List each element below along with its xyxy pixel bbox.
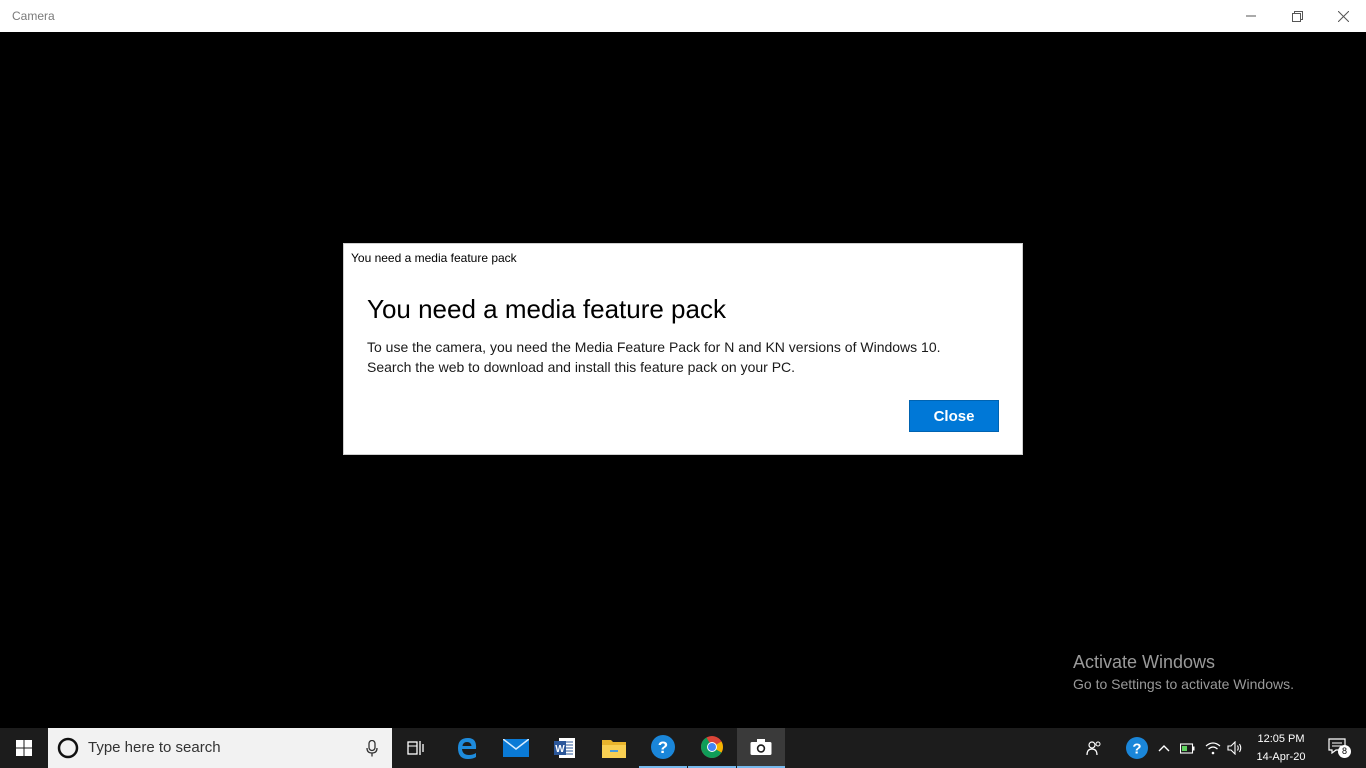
- file-explorer-icon: [602, 740, 626, 758]
- tray-people[interactable]: [1080, 728, 1108, 768]
- volume-icon: [1227, 741, 1242, 755]
- taskbar-app-mail[interactable]: [492, 728, 540, 768]
- help-icon: ?: [651, 735, 675, 759]
- clock[interactable]: 12:05 PM 14-Apr-20: [1250, 730, 1312, 766]
- close-button[interactable]: Close: [909, 400, 999, 432]
- watermark-title: Activate Windows: [1073, 652, 1216, 672]
- chevron-up-icon: [1158, 745, 1170, 752]
- dialog-message-line: Search the web to download and install t…: [367, 359, 796, 375]
- taskbar: Type here to search W ? ? 12:05 PM 14-Ap…: [0, 728, 1366, 768]
- taskbar-app-file-explorer[interactable]: [590, 728, 638, 768]
- chrome-icon: [701, 736, 723, 758]
- close-icon: [1337, 10, 1349, 22]
- windows-logo-icon: [16, 740, 32, 756]
- help-icon: ?: [1126, 737, 1148, 759]
- restore-icon: [1291, 10, 1303, 22]
- minimize-icon: [1246, 15, 1256, 17]
- media-feature-pack-dialog: You need a media feature pack You need a…: [343, 243, 1023, 455]
- camera-icon: [750, 739, 772, 755]
- clock-date: 14-Apr-20: [1256, 751, 1306, 763]
- dialog-heading: You need a media feature pack: [367, 294, 726, 324]
- battery-icon: [1180, 743, 1195, 754]
- task-view-icon: [407, 741, 424, 755]
- activate-windows-watermark: Activate Windows Go to Settings to activ…: [1073, 652, 1294, 692]
- taskbar-app-help[interactable]: ?: [639, 728, 687, 768]
- edge-icon: [458, 738, 477, 759]
- wifi-icon: [1205, 742, 1221, 755]
- taskbar-app-camera[interactable]: [737, 728, 785, 768]
- task-view-button[interactable]: [392, 728, 440, 768]
- svg-text:?: ?: [1132, 741, 1141, 758]
- tray-show-hidden[interactable]: [1154, 728, 1174, 768]
- cortana-icon: [57, 737, 79, 759]
- start-button[interactable]: [0, 728, 48, 768]
- tray-network[interactable]: [1202, 728, 1224, 768]
- action-center-button[interactable]: 8: [1318, 728, 1358, 768]
- dialog-message: To use the camera, you need the Media Fe…: [367, 337, 1007, 377]
- search-box[interactable]: Type here to search: [48, 728, 392, 768]
- search-placeholder: Type here to search: [88, 739, 221, 756]
- dialog-caption: You need a media feature pack: [351, 251, 517, 265]
- taskbar-app-edge[interactable]: [443, 728, 491, 768]
- svg-text:?: ?: [658, 738, 668, 757]
- word-icon: W: [554, 738, 575, 758]
- tray-battery[interactable]: [1178, 728, 1198, 768]
- watermark-subtitle: Go to Settings to activate Windows.: [1073, 676, 1294, 692]
- title-bar: Camera: [0, 0, 1366, 32]
- close-window-button[interactable]: [1320, 0, 1366, 32]
- taskbar-app-chrome[interactable]: [688, 728, 736, 768]
- microphone-icon[interactable]: [366, 740, 378, 757]
- people-icon: [1086, 741, 1101, 756]
- tray-help[interactable]: ?: [1122, 728, 1152, 768]
- tray-volume[interactable]: [1224, 728, 1246, 768]
- dialog-message-line: To use the camera, you need the Media Fe…: [367, 339, 941, 355]
- notification-icon-wrap: 8: [1328, 738, 1351, 758]
- restore-button[interactable]: [1274, 0, 1320, 32]
- window-title: Camera: [12, 9, 55, 23]
- notification-badge: 8: [1338, 745, 1351, 758]
- minimize-button[interactable]: [1228, 0, 1274, 32]
- mail-icon: [503, 739, 529, 757]
- svg-text:W: W: [555, 744, 565, 755]
- clock-time: 12:05 PM: [1257, 733, 1305, 745]
- taskbar-app-word[interactable]: W: [541, 728, 589, 768]
